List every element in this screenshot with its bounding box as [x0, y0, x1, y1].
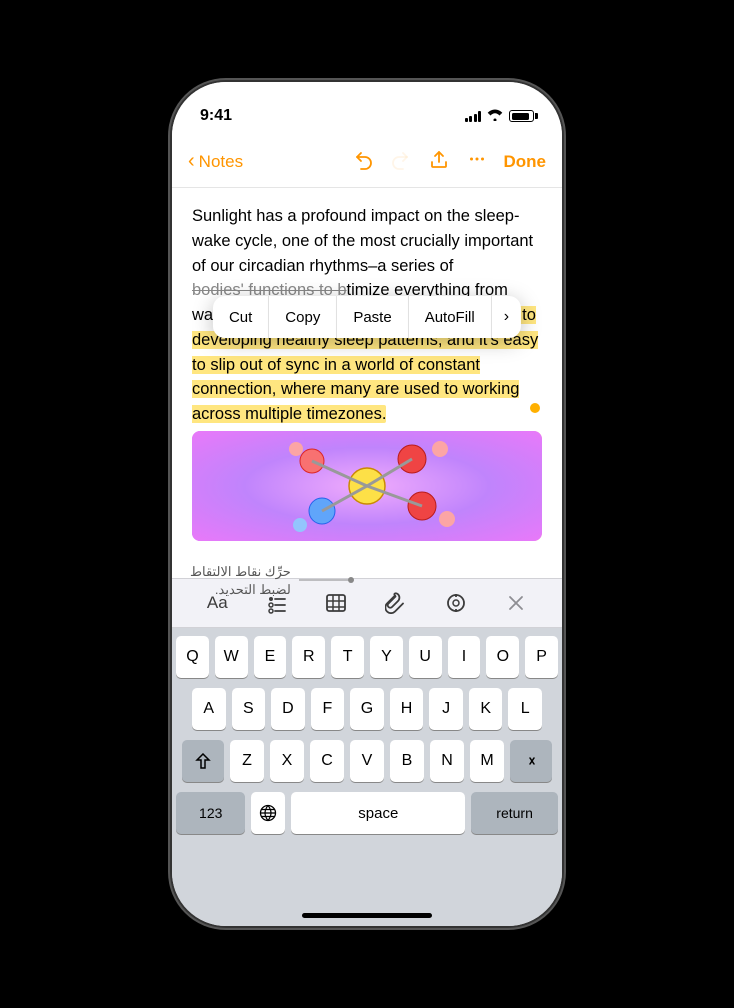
key-s[interactable]: S — [232, 688, 266, 730]
copy-button[interactable]: Copy — [269, 296, 337, 338]
annotation-container: حرِّك نقاط الالتقاط لضبط التحديد. — [190, 562, 354, 598]
content-area: Cut Copy Paste AutoFill › Sunlight has a… — [172, 188, 562, 578]
shift-button[interactable] — [182, 740, 224, 782]
key-f[interactable]: F — [311, 688, 345, 730]
battery-icon — [509, 110, 534, 122]
selection-handle[interactable] — [530, 403, 540, 413]
attachment-button[interactable] — [385, 592, 407, 614]
backspace-button[interactable] — [510, 740, 552, 782]
more-button[interactable] — [466, 148, 488, 176]
autofill-button[interactable]: AutoFill — [409, 296, 492, 338]
back-chevron-icon: ‹ — [188, 150, 195, 173]
numbers-button[interactable]: 123 — [176, 792, 245, 834]
cut-button[interactable]: Cut — [213, 296, 269, 338]
note-image — [192, 431, 542, 541]
done-button[interactable]: Done — [504, 152, 547, 172]
close-keyboard-button[interactable] — [505, 592, 527, 614]
key-e[interactable]: E — [254, 636, 287, 678]
redo-button[interactable] — [390, 148, 412, 176]
home-indicator — [302, 913, 432, 918]
return-key[interactable]: return — [471, 792, 558, 834]
key-b[interactable]: B — [390, 740, 424, 782]
key-d[interactable]: D — [271, 688, 305, 730]
key-k[interactable]: K — [469, 688, 503, 730]
keyboard-row-1: Q W E R T Y U I O P — [176, 636, 558, 678]
key-y[interactable]: Y — [370, 636, 403, 678]
status-time: 9:41 — [200, 107, 232, 125]
share-button[interactable] — [428, 148, 450, 176]
key-o[interactable]: O — [486, 636, 519, 678]
key-t[interactable]: T — [331, 636, 364, 678]
back-button[interactable]: ‹ Notes — [188, 150, 243, 173]
key-i[interactable]: I — [448, 636, 481, 678]
key-w[interactable]: W — [215, 636, 248, 678]
key-h[interactable]: H — [390, 688, 424, 730]
wifi-icon — [487, 109, 503, 124]
key-g[interactable]: G — [350, 688, 384, 730]
key-z[interactable]: Z — [230, 740, 264, 782]
key-j[interactable]: J — [429, 688, 463, 730]
context-menu: Cut Copy Paste AutoFill › — [213, 296, 521, 338]
back-label: Notes — [199, 152, 243, 172]
key-m[interactable]: M — [470, 740, 504, 782]
markup-button[interactable] — [445, 592, 467, 614]
undo-button[interactable] — [352, 148, 374, 176]
keyboard-row-4: 123 space return — [176, 792, 558, 834]
annotation-text: حرِّك نقاط الالتقاط لضبط التحديد. — [190, 562, 291, 598]
key-n[interactable]: N — [430, 740, 464, 782]
nav-bar: ‹ Notes — [172, 136, 562, 188]
nav-icons: Done — [352, 148, 547, 176]
annotation-line1: حرِّك نقاط الالتقاط — [190, 562, 291, 582]
status-bar: 9:41 — [172, 82, 562, 136]
key-l[interactable]: L — [508, 688, 542, 730]
key-r[interactable]: R — [292, 636, 325, 678]
more-options-button[interactable]: › — [492, 296, 521, 338]
key-v[interactable]: V — [350, 740, 384, 782]
space-key[interactable]: space — [291, 792, 465, 834]
note-text-before: Sunlight has a profound impact on the sl… — [192, 207, 533, 275]
key-q[interactable]: Q — [176, 636, 209, 678]
keyboard: Q W E R T Y U I O P A S D F G H J K L — [172, 628, 562, 924]
annotation-line2: لضبط التحديد. — [190, 582, 291, 598]
status-icons — [465, 109, 535, 124]
key-a[interactable]: A — [192, 688, 226, 730]
keyboard-row-3: Z X C V B N M — [176, 740, 558, 782]
key-x[interactable]: X — [270, 740, 304, 782]
globe-button[interactable] — [251, 792, 285, 834]
bottom-bar: 🙂 — [172, 924, 562, 926]
signal-icon — [465, 110, 482, 122]
key-u[interactable]: U — [409, 636, 442, 678]
paste-button[interactable]: Paste — [337, 296, 408, 338]
key-p[interactable]: P — [525, 636, 558, 678]
keyboard-row-2: A S D F G H J K L — [176, 688, 558, 730]
key-c[interactable]: C — [310, 740, 344, 782]
